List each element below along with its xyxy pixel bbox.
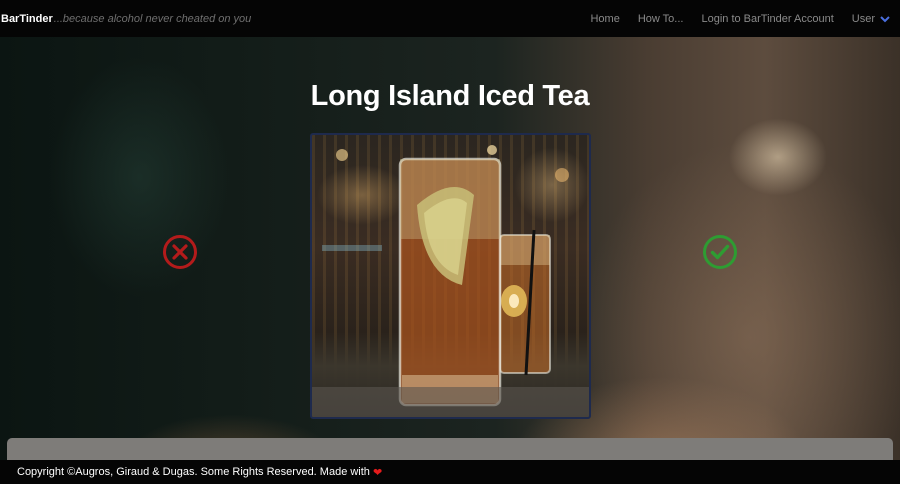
nav-how-to-link[interactable]: How To...	[638, 13, 684, 25]
user-dropdown[interactable]: User	[852, 13, 890, 25]
nav-login-link[interactable]: Login to BarTinder Account	[701, 13, 833, 25]
reject-button[interactable]	[162, 234, 198, 270]
tagline: ...because alcohol never cheated on you	[53, 12, 252, 25]
copyright-text: Copyright ©Augros, Giraud & Dugas. Some …	[17, 466, 370, 478]
chevron-down-icon	[880, 15, 890, 22]
nav-links: Home How To... Login to BarTinder Accoun…	[572, 0, 890, 37]
drink-title: Long Island Iced Tea	[310, 80, 590, 112]
drink-photo	[310, 133, 591, 419]
user-dropdown-label: User	[851, 12, 875, 25]
nav-home-link[interactable]: Home	[590, 13, 619, 25]
accept-button[interactable]	[702, 234, 738, 270]
navbar: BarTinder ...because alcohol never cheat…	[0, 0, 900, 37]
drink-illustration	[312, 145, 589, 417]
x-circle-icon	[163, 235, 197, 269]
check-circle-icon	[703, 235, 737, 269]
heart-icon: ❤	[372, 466, 383, 479]
brand-logo[interactable]: BarTinder	[1, 13, 53, 25]
footer: Copyright ©Augros, Giraud & Dugas. Some …	[0, 460, 900, 484]
